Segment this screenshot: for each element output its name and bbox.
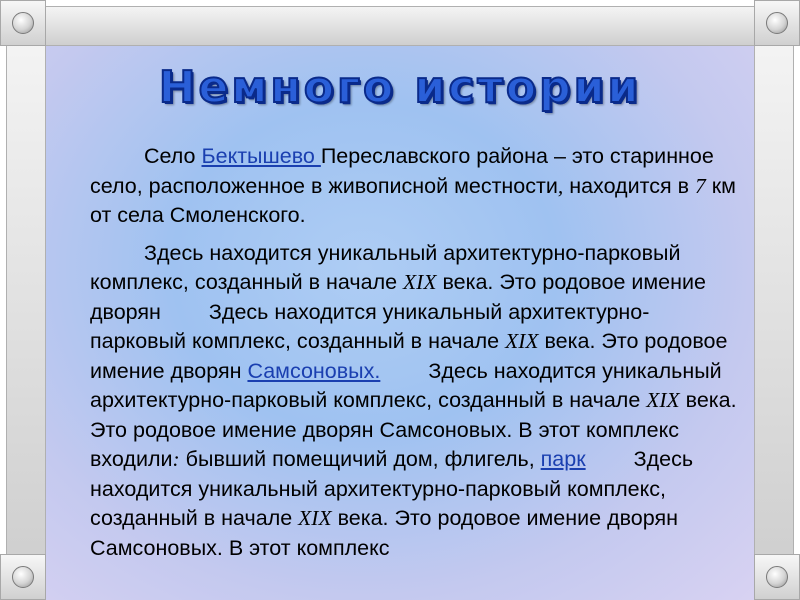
slide: Немного истории Село Бектышево Переславс… <box>0 0 800 600</box>
paragraph-intro: Село Бектышево Переславского района – эт… <box>90 144 736 227</box>
bolt-knob-icon <box>12 566 34 588</box>
corner-bolt-icon <box>0 554 46 600</box>
bolt-knob-icon <box>766 12 788 34</box>
corner-bolt-icon <box>754 554 800 600</box>
history-text: Село Бектышево Переславского района – эт… <box>90 142 740 571</box>
corner-bolt-icon <box>754 0 800 46</box>
corner-bolt-icon <box>0 0 46 46</box>
paragraph-estate: Здесь находится уникальный архитектурно-… <box>90 240 737 560</box>
slide-title: Немного истории <box>158 61 642 114</box>
family-link[interactable]: Самсоновых. <box>247 359 380 383</box>
park-link[interactable]: парк <box>541 447 586 471</box>
bolt-knob-icon <box>766 566 788 588</box>
frame-top-bar <box>36 6 764 46</box>
bolt-knob-icon <box>12 12 34 34</box>
village-link[interactable]: Бектышево <box>202 144 321 168</box>
